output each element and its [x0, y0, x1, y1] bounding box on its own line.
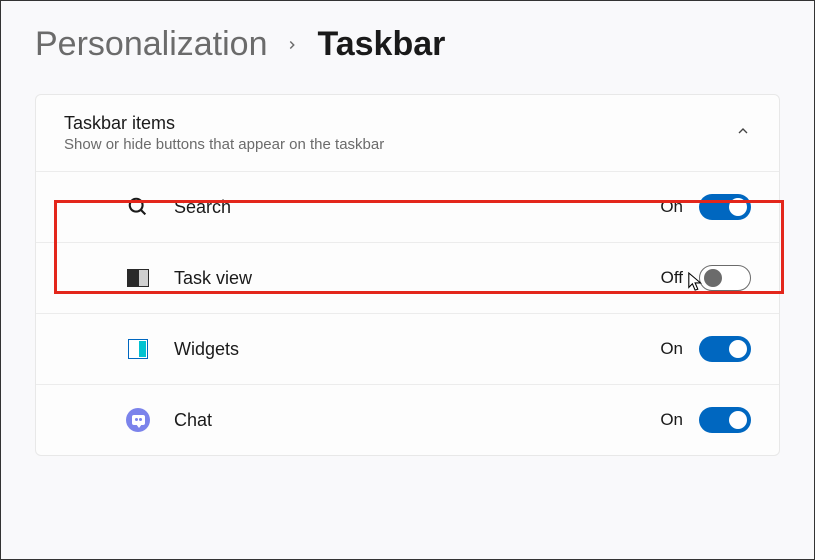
search-icon	[126, 195, 150, 219]
setting-row-widgets: Widgets On	[36, 313, 779, 384]
section-header[interactable]: Taskbar items Show or hide buttons that …	[36, 95, 779, 171]
section-title: Taskbar items	[64, 113, 384, 134]
taskbar-items-panel: Taskbar items Show or hide buttons that …	[35, 94, 780, 456]
taskview-toggle[interactable]	[699, 265, 751, 291]
breadcrumb-parent-link[interactable]: Personalization	[35, 25, 267, 64]
breadcrumb: Personalization Taskbar	[1, 1, 814, 82]
chevron-right-icon	[285, 32, 299, 58]
search-toggle[interactable]	[699, 194, 751, 220]
toggle-state-text: On	[660, 197, 683, 217]
setting-label: Widgets	[174, 339, 660, 360]
chevron-up-icon	[735, 123, 751, 144]
widgets-toggle[interactable]	[699, 336, 751, 362]
page-title: Taskbar	[317, 25, 445, 64]
setting-row-taskview: Task view Off	[36, 242, 779, 313]
chat-icon	[126, 408, 150, 432]
toggle-state-text: On	[660, 339, 683, 359]
toggle-state-text: Off	[661, 268, 683, 288]
setting-label: Task view	[174, 268, 661, 289]
toggle-state-text: On	[660, 410, 683, 430]
setting-row-chat: Chat On	[36, 384, 779, 455]
widgets-icon	[126, 337, 150, 361]
chat-toggle[interactable]	[699, 407, 751, 433]
setting-label: Chat	[174, 410, 660, 431]
taskview-icon	[126, 266, 150, 290]
section-subtitle: Show or hide buttons that appear on the …	[64, 136, 384, 153]
setting-label: Search	[174, 197, 660, 218]
setting-row-search: Search On	[36, 171, 779, 242]
